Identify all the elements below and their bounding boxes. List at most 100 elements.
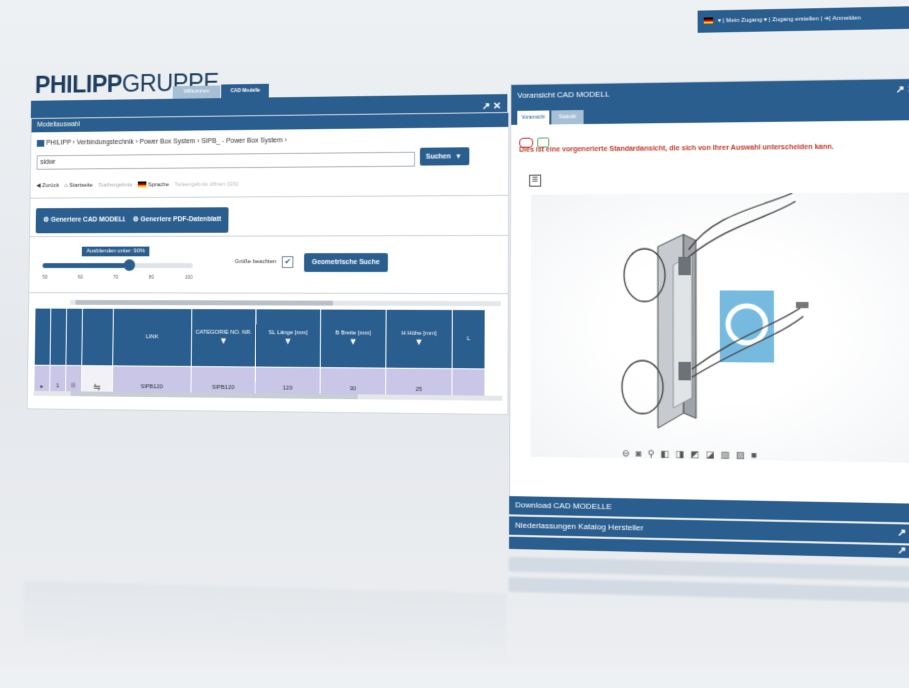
accordion-download-label: Download CAD MODELLE bbox=[515, 500, 612, 512]
right-panel: Voransicht CAD MODELL ↗ ✕ Voransicht Sta… bbox=[509, 77, 909, 506]
language-link[interactable]: Sprache bbox=[148, 182, 169, 188]
left-panel: Modellauswahl PHILIPP › Verbindungstechn… bbox=[26, 111, 510, 416]
menu-list-icon[interactable]: ☰ bbox=[529, 174, 542, 187]
search-button[interactable]: Suchen ▾ bbox=[419, 147, 470, 166]
tab-cad-models[interactable]: CAD Modelle bbox=[221, 83, 270, 99]
size-label: Größe beachten bbox=[234, 259, 277, 266]
generate-cad-button[interactable]: ⚙ Generiere CAD MODELL bbox=[35, 207, 135, 234]
divider-2 bbox=[30, 234, 508, 238]
view-front-icon[interactable]: ⊖ bbox=[622, 448, 630, 459]
tab-welcome[interactable]: Willkommen bbox=[172, 85, 221, 99]
generate-pdf-label: Generiere PDF-Datenblatt bbox=[140, 216, 222, 224]
col-more-label: L bbox=[466, 336, 471, 343]
chevron-down-icon: ▾ bbox=[456, 153, 461, 161]
breadcrumb: PHILIPP › Verbindungstechnik › Power Box… bbox=[36, 137, 287, 147]
breadcrumb-item-2[interactable]: Verbindungstechnik bbox=[77, 139, 134, 146]
filter-icon[interactable]: ▼ bbox=[219, 336, 228, 346]
home-icon: ⌂ bbox=[64, 182, 68, 189]
main-tabs: Willkommen CAD Modelle bbox=[172, 83, 270, 99]
top-bar: ▾ | Mein Zugang ▾ | Zugang erstellen | ➔… bbox=[697, 6, 909, 33]
action-row: ◀ Zurück ⌂ Startseite Suchergebnis Sprac… bbox=[36, 181, 238, 189]
size-checkbox[interactable]: ✔ bbox=[281, 256, 294, 268]
geometric-search-button[interactable]: Geometrische Suche bbox=[303, 253, 388, 272]
start-link[interactable]: Startseite bbox=[69, 183, 93, 189]
part-thumbnail-icon: ⇋ bbox=[93, 381, 101, 392]
back-icon: ◀ bbox=[36, 183, 41, 189]
right-panel-title: Voransicht CAD MODELL bbox=[517, 89, 610, 100]
col-thumb bbox=[81, 308, 114, 366]
col-height[interactable]: H Höhe [mm] ▼ bbox=[385, 309, 453, 369]
logo-bold: PHILIPP bbox=[34, 70, 123, 99]
col-icon bbox=[65, 308, 83, 366]
tick-label: 50 bbox=[42, 274, 48, 281]
view-iso-icon[interactable]: ◩ bbox=[691, 449, 700, 460]
table-scrollbar-top[interactable] bbox=[69, 299, 501, 307]
divider-3 bbox=[29, 292, 508, 295]
search-input[interactable]: sidwr bbox=[36, 151, 416, 170]
login-link[interactable]: Anmelden bbox=[832, 15, 860, 22]
search-button-label: Suchen bbox=[425, 153, 451, 161]
scrollbar-thumb[interactable] bbox=[75, 299, 333, 306]
table-header-row: LINK CATEGORIE NO. NR. ▼ SL Länge [mm] ▼ B… bbox=[34, 308, 486, 369]
view-left-icon[interactable]: ◧ bbox=[661, 449, 670, 460]
col-width[interactable]: B Breite [mm] ▼ bbox=[320, 309, 387, 369]
view-iso2-icon[interactable]: ◪ bbox=[706, 449, 715, 460]
view-back-icon[interactable]: ◙ bbox=[636, 448, 642, 459]
preview-notice: Dies ist eine vorgenerierte Standardansi… bbox=[519, 143, 834, 154]
slider-handle[interactable] bbox=[123, 259, 135, 271]
my-account-link[interactable]: Mein Zugang bbox=[726, 17, 762, 24]
cad-model-image bbox=[530, 186, 809, 462]
divider bbox=[30, 194, 509, 199]
tick-label: 80 bbox=[148, 274, 155, 281]
left-panel-title: Modellauswahl bbox=[37, 121, 81, 129]
generate-pdf-button[interactable]: ⚙ Generiere PDF-Datenblatt bbox=[125, 207, 229, 234]
reflection bbox=[14, 542, 909, 688]
slider-fill bbox=[42, 263, 130, 268]
de-flag-icon[interactable] bbox=[703, 17, 714, 25]
results-table: LINK CATEGORIE NO. NR. ▼ SL Länge [mm] ▼ B… bbox=[33, 308, 486, 400]
tick-label: 60 bbox=[77, 274, 83, 281]
accordion-controls[interactable]: ↗ ✕ bbox=[897, 524, 909, 543]
view-right-icon[interactable]: ◨ bbox=[676, 449, 685, 460]
col-category[interactable]: CATEGORIE NO. NR. ▼ bbox=[191, 308, 256, 368]
accordion-controls-2[interactable]: ↗ ✕ bbox=[897, 545, 909, 558]
open-parts-link[interactable]: Teileergebnis öffnen (0/0) bbox=[174, 182, 238, 188]
create-account-link[interactable]: Zugang erstellen bbox=[772, 16, 819, 23]
view-iso3-icon[interactable]: ▧ bbox=[721, 450, 730, 461]
filter-icon[interactable]: ▼ bbox=[349, 336, 358, 346]
tab-preview[interactable]: Voransicht bbox=[517, 110, 550, 125]
slider-tooltip: Ausblenden unter: 90% bbox=[81, 246, 150, 257]
pdf-gear-icon: ⚙ bbox=[132, 216, 139, 224]
breadcrumb-home-icon bbox=[36, 139, 45, 147]
view-iso5-icon[interactable]: ■ bbox=[751, 450, 757, 461]
view-top-icon[interactable]: ⚲ bbox=[648, 448, 655, 459]
col-link-label: LINK bbox=[145, 334, 159, 341]
language-flag-icon bbox=[137, 181, 147, 188]
filter-icon[interactable]: ▼ bbox=[415, 337, 424, 347]
results-link[interactable]: Suchergebnis bbox=[98, 183, 132, 189]
cad-gear-icon: ⚙ bbox=[43, 216, 50, 224]
col-link[interactable]: LINK bbox=[112, 308, 192, 367]
col-more[interactable]: L bbox=[452, 309, 486, 369]
breadcrumb-item-3[interactable]: Power Box System bbox=[140, 139, 196, 146]
tab-statistics[interactable]: Statistik bbox=[551, 110, 584, 125]
tick-label: 70 bbox=[113, 274, 119, 281]
login-icon: ➔] bbox=[823, 16, 831, 23]
col-expand bbox=[34, 308, 51, 366]
view-iso4-icon[interactable]: ▨ bbox=[736, 450, 745, 461]
breadcrumb-item-1[interactable]: PHILIPP bbox=[46, 140, 71, 147]
cad-viewer[interactable] bbox=[530, 186, 909, 463]
slider-ticks: 50 60 70 80 100 bbox=[42, 275, 192, 281]
generate-cad-label: Generiere CAD MODELL bbox=[50, 216, 127, 224]
view-toolbar: ⊖ ◙ ⚲ ◧ ◨ ◩ ◪ ▧ ▨ ■ bbox=[622, 448, 757, 461]
language-caret-icon[interactable]: ▾ | bbox=[718, 18, 724, 24]
tick-label: 100 bbox=[184, 274, 193, 281]
col-length[interactable]: SL Länge [mm] ▼ bbox=[255, 308, 321, 368]
col-index bbox=[50, 308, 67, 366]
back-link[interactable]: Zurück bbox=[42, 183, 59, 189]
filter-icon[interactable]: ▼ bbox=[284, 336, 293, 346]
right-panel-controls[interactable]: ↗ ✕ bbox=[896, 79, 909, 102]
breadcrumb-item-4[interactable]: SIPB_ - Power Box System bbox=[201, 138, 282, 146]
threshold-slider[interactable] bbox=[42, 259, 193, 271]
accordion-branches-label: Niederlassungen Katalog Hersteller bbox=[515, 520, 644, 533]
